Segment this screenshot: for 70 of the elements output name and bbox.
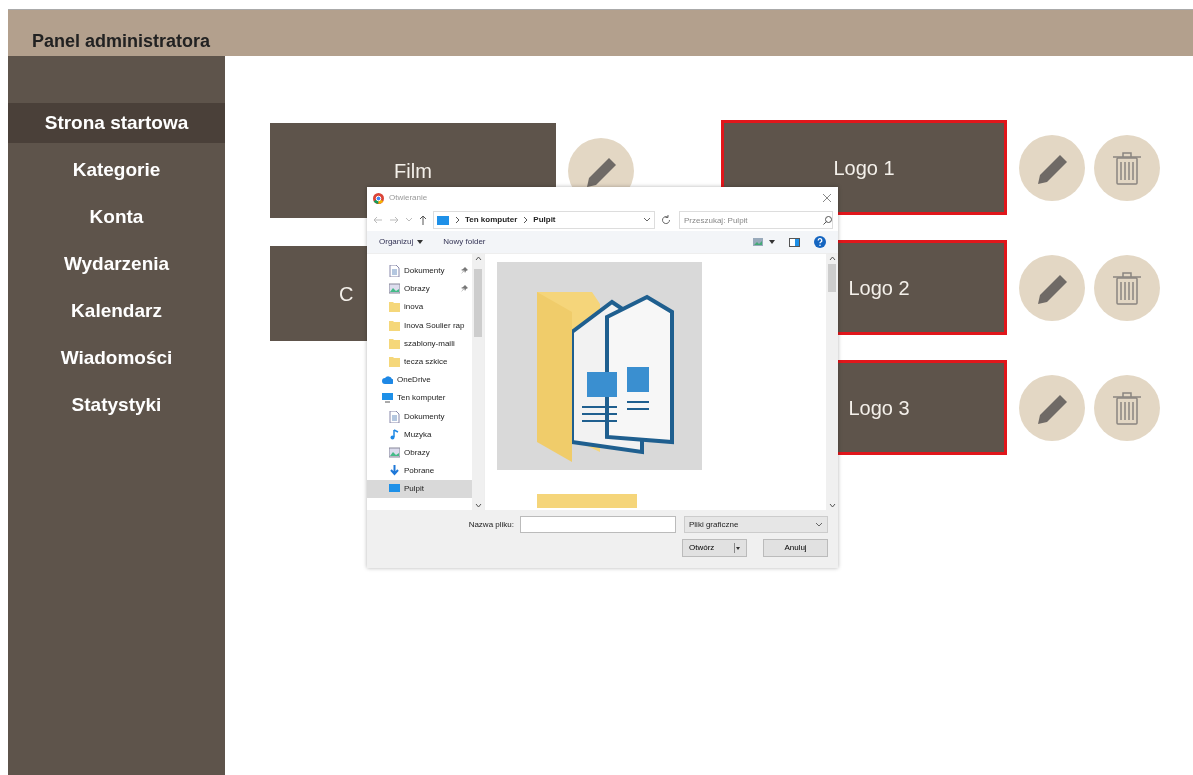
sidebar-item[interactable]: Kalendarz [8, 291, 225, 331]
folder-icon [389, 356, 400, 369]
desktop-icon [437, 215, 449, 225]
sidebar-item[interactable]: Wydarzenia [8, 244, 225, 284]
back-icon[interactable] [373, 216, 383, 224]
help-icon[interactable] [814, 236, 826, 248]
sidebar-item[interactable]: Strona startowa [8, 103, 225, 143]
cloud-icon [382, 374, 393, 387]
picture-icon [389, 446, 400, 459]
recent-caret-icon[interactable] [405, 216, 413, 224]
sidebar-item[interactable]: Kategorie [8, 150, 225, 190]
nav-pane-item[interactable]: Dokumenty [367, 262, 472, 281]
nav-pane-item[interactable]: Inova Soulier rap [367, 316, 472, 335]
file-type-select[interactable]: Pliki graficzne [684, 516, 828, 533]
up-caret-icon [828, 256, 836, 261]
preview-pane-icon[interactable] [789, 237, 800, 247]
forward-icon[interactable] [389, 216, 399, 224]
open-button[interactable]: Otwórz [682, 539, 747, 557]
nav-pane-item[interactable]: OneDrive [367, 371, 472, 390]
browser-icon [373, 192, 384, 204]
caret-icon[interactable] [417, 240, 424, 244]
nav-pane-item[interactable]: Pulpit [367, 480, 472, 499]
header-title: Panel administratora [32, 30, 212, 52]
pin-icon [461, 267, 468, 274]
nav-pane-item[interactable]: tecza szkice [367, 352, 472, 372]
down-caret-icon [474, 503, 482, 508]
nav-pane-item[interactable]: inova [367, 298, 472, 317]
caret-icon [734, 543, 740, 553]
music-note-icon [389, 428, 400, 441]
file-name-label: Nazwa pliku: [468, 518, 514, 531]
cancel-button[interactable]: Anuluj [763, 539, 828, 557]
computer-icon [382, 392, 393, 405]
scrollbar-thumb[interactable] [828, 264, 836, 292]
sidebar-item[interactable]: Konta [8, 197, 225, 237]
nav-pane-item[interactable]: szablony-maili [367, 334, 472, 353]
scrollbar-thumb[interactable] [474, 269, 482, 337]
new-folder-button[interactable]: Nowy folder [443, 236, 486, 248]
refresh-icon[interactable] [661, 215, 671, 225]
dropdown-caret-icon [815, 520, 823, 529]
folder-icon [389, 301, 400, 314]
nav-pane-item[interactable]: Ten komputer [367, 389, 472, 408]
organize-menu[interactable]: Organizuj [379, 236, 414, 248]
dropdown-caret-icon[interactable] [643, 216, 651, 224]
sidebar-item[interactable]: Statystyki [8, 385, 225, 425]
nav-pane-item[interactable]: Pobrane [367, 462, 472, 481]
nav-pane-item[interactable]: Dokumenty [367, 407, 472, 426]
nav-pane-item[interactable]: Obrazy [367, 280, 472, 299]
folder-icon [389, 337, 400, 350]
file-name-field[interactable] [520, 516, 676, 533]
scrollbar[interactable] [472, 254, 484, 510]
chevron-icon [454, 215, 460, 225]
address-bar[interactable]: Ten komputer Pulpit [433, 211, 655, 229]
up-caret-icon [474, 256, 482, 261]
document-icon [389, 265, 400, 278]
caret-icon[interactable] [769, 240, 775, 244]
search-field[interactable]: Przeszukaj: Pulpit [679, 211, 833, 229]
dialog-title: Otwieranie [389, 192, 428, 204]
download-arrow-icon [389, 465, 400, 478]
up-icon[interactable] [419, 215, 427, 225]
document-icon [389, 410, 400, 423]
folder-icon [389, 319, 400, 332]
down-caret-icon [828, 503, 836, 508]
scrollbar[interactable] [826, 254, 838, 510]
nav-pane-item[interactable]: Obrazy [367, 443, 472, 463]
chevron-icon [522, 215, 529, 225]
pin-icon [461, 285, 468, 293]
close-icon[interactable] [822, 193, 832, 203]
nav-pane-item[interactable]: Muzyka [367, 425, 472, 444]
sidebar-item[interactable]: Wiadomości [8, 338, 225, 378]
picture-icon [389, 283, 400, 296]
